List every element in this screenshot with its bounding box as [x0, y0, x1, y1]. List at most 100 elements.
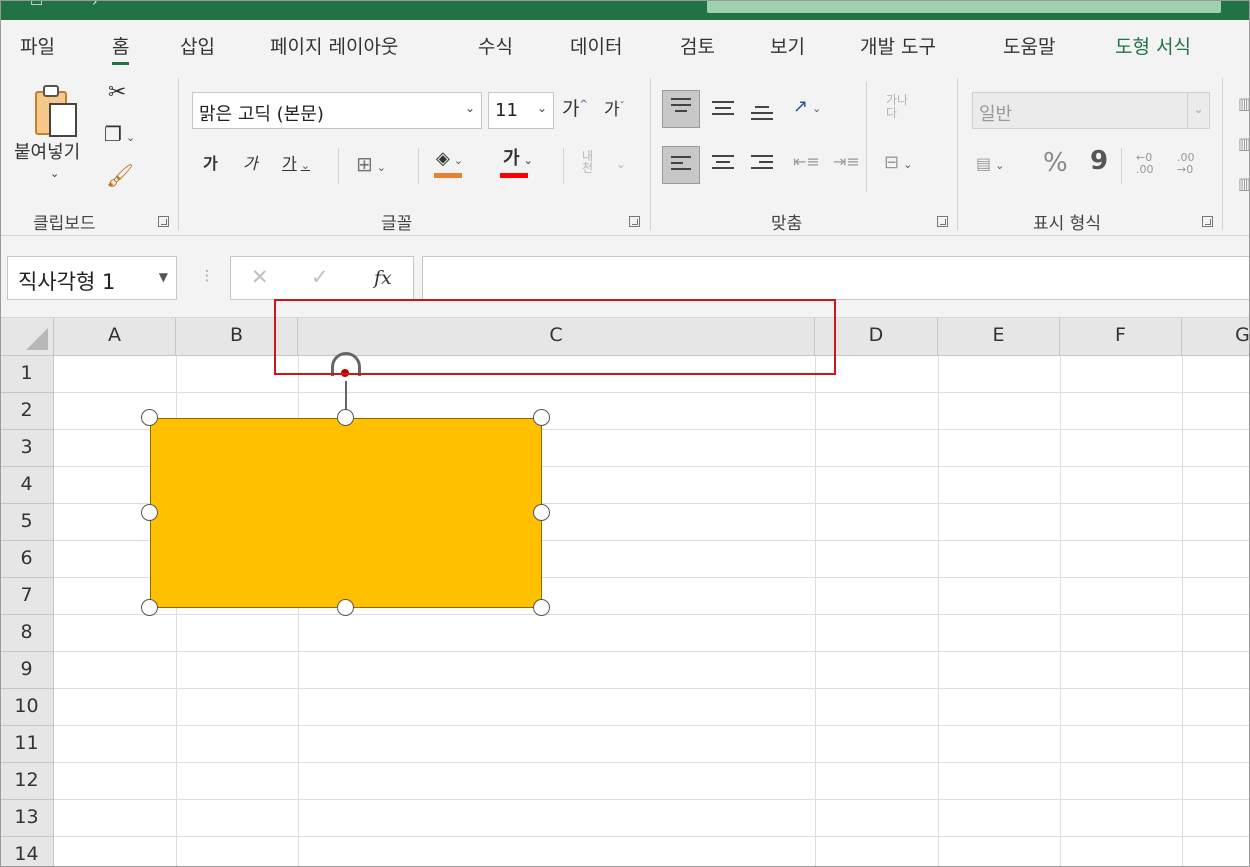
orientation-icon[interactable]: ↗ ⌄: [793, 98, 821, 116]
row-header-13[interactable]: 13: [0, 800, 54, 837]
formula-input[interactable]: [422, 256, 1250, 300]
underline-button[interactable]: 가 ⌄: [282, 156, 310, 172]
number-format-select[interactable]: 일반 ⌄: [972, 92, 1210, 129]
tab-developer[interactable]: 개발 도구: [860, 32, 936, 59]
copy-icon[interactable]: ❐ ⌄: [104, 124, 135, 144]
tab-insert[interactable]: 삽입: [180, 32, 215, 59]
ribbon-separator: [563, 148, 564, 184]
clipboard-group-label: 클립보드: [33, 214, 96, 234]
shrink-font-button[interactable]: 가ˇ: [604, 102, 625, 119]
font-launcher-icon[interactable]: [629, 216, 640, 227]
italic-button[interactable]: 가: [243, 156, 258, 172]
name-box[interactable]: 직사각형 1 ▼: [7, 256, 177, 300]
format-painter-icon[interactable]: 🖌: [106, 166, 134, 188]
align-right-icon[interactable]: [751, 155, 773, 173]
resize-handle-top[interactable]: [337, 409, 354, 426]
tab-home[interactable]: 홈: [112, 32, 130, 65]
tab-file[interactable]: 파일: [20, 32, 55, 59]
resize-handle-left[interactable]: [141, 504, 158, 521]
font-color-button[interactable]: 가 ⌄: [503, 150, 533, 168]
row-header-9[interactable]: 9: [0, 652, 54, 689]
font-size-value: 11: [495, 100, 518, 121]
column-header-f[interactable]: F: [1060, 318, 1182, 356]
row-header-5[interactable]: 5: [0, 504, 54, 541]
column-header-a[interactable]: A: [54, 318, 176, 356]
insert-function-icon[interactable]: fx: [374, 267, 392, 289]
gridline: [54, 688, 1250, 689]
title-search-box[interactable]: [707, 0, 1221, 13]
styles-group-icons[interactable]: ▥ ▥ ▥: [1238, 84, 1250, 204]
chevron-down-icon[interactable]: ⌄: [616, 158, 626, 170]
save-icon[interactable]: ▭: [30, 0, 43, 10]
column-header-e[interactable]: E: [938, 318, 1060, 356]
tab-formulas[interactable]: 수식: [478, 32, 513, 59]
rectangle-shape[interactable]: [150, 418, 542, 608]
row-header-6[interactable]: 6: [0, 541, 54, 578]
gridline: [1060, 356, 1061, 867]
row-header-3[interactable]: 3: [0, 430, 54, 467]
top-align-button[interactable]: [662, 90, 700, 128]
ribbon-separator: [1222, 78, 1223, 230]
cancel-icon[interactable]: ✕: [251, 265, 269, 289]
resize-handle-bottom[interactable]: [337, 599, 354, 616]
alignment-launcher-icon[interactable]: [937, 216, 948, 227]
font-size-select[interactable]: 11 ⌄: [488, 92, 554, 129]
tab-review[interactable]: 검토: [680, 32, 715, 59]
wrap-text-button[interactable]: 가나 다: [886, 94, 916, 120]
decrease-indent-icon[interactable]: ⇤≡: [793, 154, 820, 170]
font-name-value: 맑은 고딕 (본문): [199, 104, 324, 125]
decrease-decimal-button[interactable]: .00 →0: [1177, 152, 1195, 176]
select-all-button[interactable]: [0, 318, 54, 356]
resize-handle-top-left[interactable]: [141, 409, 158, 426]
percent-style-button[interactable]: %: [1043, 150, 1068, 176]
redo-icon[interactable]: ›: [92, 0, 98, 10]
phonetic-guide-button[interactable]: 내천: [582, 150, 602, 174]
gridline: [815, 356, 816, 867]
bold-button[interactable]: 가: [203, 156, 218, 172]
increase-indent-icon[interactable]: ⇥≡: [833, 154, 860, 170]
bottom-align-icon[interactable]: [751, 106, 773, 124]
formula-bar-resize-handle[interactable]: ⋮: [200, 268, 214, 284]
comma-style-button[interactable]: 9: [1090, 148, 1108, 174]
accounting-format-icon[interactable]: ▤ ⌄: [976, 156, 1004, 172]
tab-view[interactable]: 보기: [770, 32, 805, 59]
cut-icon[interactable]: ✂: [108, 82, 126, 104]
row-header-10[interactable]: 10: [0, 689, 54, 726]
paste-dropdown-icon[interactable]: ⌄: [50, 168, 59, 179]
enter-icon[interactable]: ✓: [311, 265, 329, 289]
resize-handle-top-right[interactable]: [533, 409, 550, 426]
row-header-14[interactable]: 14: [0, 837, 54, 867]
middle-align-icon[interactable]: [712, 101, 734, 119]
increase-decimal-button[interactable]: ←0.00: [1136, 152, 1154, 176]
row-header-11[interactable]: 11: [0, 726, 54, 763]
row-header-2[interactable]: 2: [0, 393, 54, 430]
worksheet-grid[interactable]: A B C D E F G 1 2 3 4 5 6 7 8 9 10 11 12…: [0, 318, 1250, 867]
tab-shape-format[interactable]: 도형 서식: [1115, 32, 1191, 59]
align-left-button[interactable]: [662, 146, 700, 184]
number-launcher-icon[interactable]: [1202, 216, 1213, 227]
fill-color-icon[interactable]: ◈ ⌄: [436, 150, 463, 168]
grow-font-button[interactable]: 가^: [562, 100, 588, 119]
row-header-8[interactable]: 8: [0, 615, 54, 652]
font-name-select[interactable]: 맑은 고딕 (본문) ⌄: [192, 92, 482, 129]
tab-data[interactable]: 데이터: [570, 32, 622, 59]
resize-handle-bottom-left[interactable]: [141, 599, 158, 616]
merge-center-icon[interactable]: ⊟ ⌄: [884, 154, 912, 172]
clipboard-launcher-icon[interactable]: [158, 216, 169, 227]
resize-handle-bottom-right[interactable]: [533, 599, 550, 616]
align-center-icon[interactable]: [712, 155, 734, 173]
row-header-1[interactable]: 1: [0, 356, 54, 393]
tab-page-layout[interactable]: 페이지 레이아웃: [270, 32, 398, 59]
gridline: [54, 725, 1250, 726]
paste-button[interactable]: 붙여넣기: [14, 144, 80, 162]
borders-icon[interactable]: ⊞ ⌄: [356, 154, 386, 174]
font-group-label: 글꼴: [381, 214, 413, 234]
column-header-g[interactable]: G: [1182, 318, 1250, 356]
row-header-4[interactable]: 4: [0, 467, 54, 504]
paste-icon[interactable]: [34, 84, 82, 142]
row-header-12[interactable]: 12: [0, 763, 54, 800]
tab-help[interactable]: 도움말: [1003, 32, 1055, 59]
gridline: [54, 762, 1250, 763]
row-header-7[interactable]: 7: [0, 578, 54, 615]
resize-handle-right[interactable]: [533, 504, 550, 521]
